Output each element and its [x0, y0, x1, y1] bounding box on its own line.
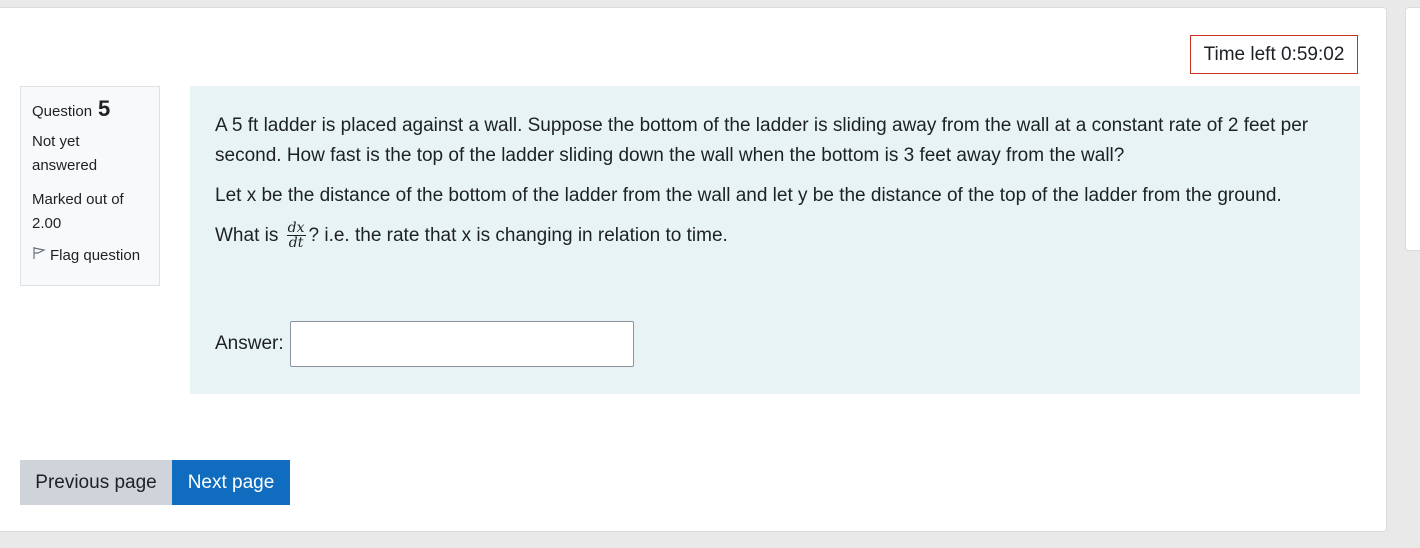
question-prompt: What is dx dt ? i.e. the rate that x is …: [215, 221, 1335, 251]
question-paragraph-2: Let x be the distance of the bottom of t…: [215, 185, 1282, 206]
question-paragraph-1: A 5 ft ladder is placed against a wall. …: [215, 115, 1309, 166]
flag-question-label: Flag question: [50, 247, 141, 264]
question-number: 5: [98, 96, 111, 121]
flag-icon: [32, 244, 46, 268]
question-content: A 5 ft ladder is placed against a wall. …: [190, 86, 1360, 394]
flag-question-link[interactable]: Flag question: [32, 244, 148, 268]
question-grade: Marked out of 2.00: [32, 191, 124, 232]
time-left-timer: Time left 0:59:02: [1190, 35, 1358, 74]
question-info-panel: Question 5 Not yet answered Marked out o…: [20, 86, 160, 286]
right-side-panel: [1405, 7, 1420, 251]
fraction-numerator: dx: [286, 220, 306, 237]
timer-label: Time left 0:59:02: [1203, 43, 1345, 65]
question-label: Question: [32, 103, 93, 120]
dx-dt-fraction: dx dt: [286, 220, 306, 252]
fraction-denominator: dt: [288, 235, 304, 252]
answer-label: Answer:: [215, 333, 284, 354]
answer-input[interactable]: [289, 321, 634, 367]
question-number-line: Question 5: [32, 97, 148, 124]
prompt-suffix: ? i.e. the rate that x is changing in re…: [308, 225, 728, 246]
previous-page-button[interactable]: Previous page: [20, 460, 172, 505]
prompt-prefix: What is: [215, 225, 279, 246]
answer-row: Answer:: [215, 321, 634, 367]
question-state: Not yet answered: [32, 133, 98, 174]
next-page-button[interactable]: Next page: [172, 460, 290, 505]
